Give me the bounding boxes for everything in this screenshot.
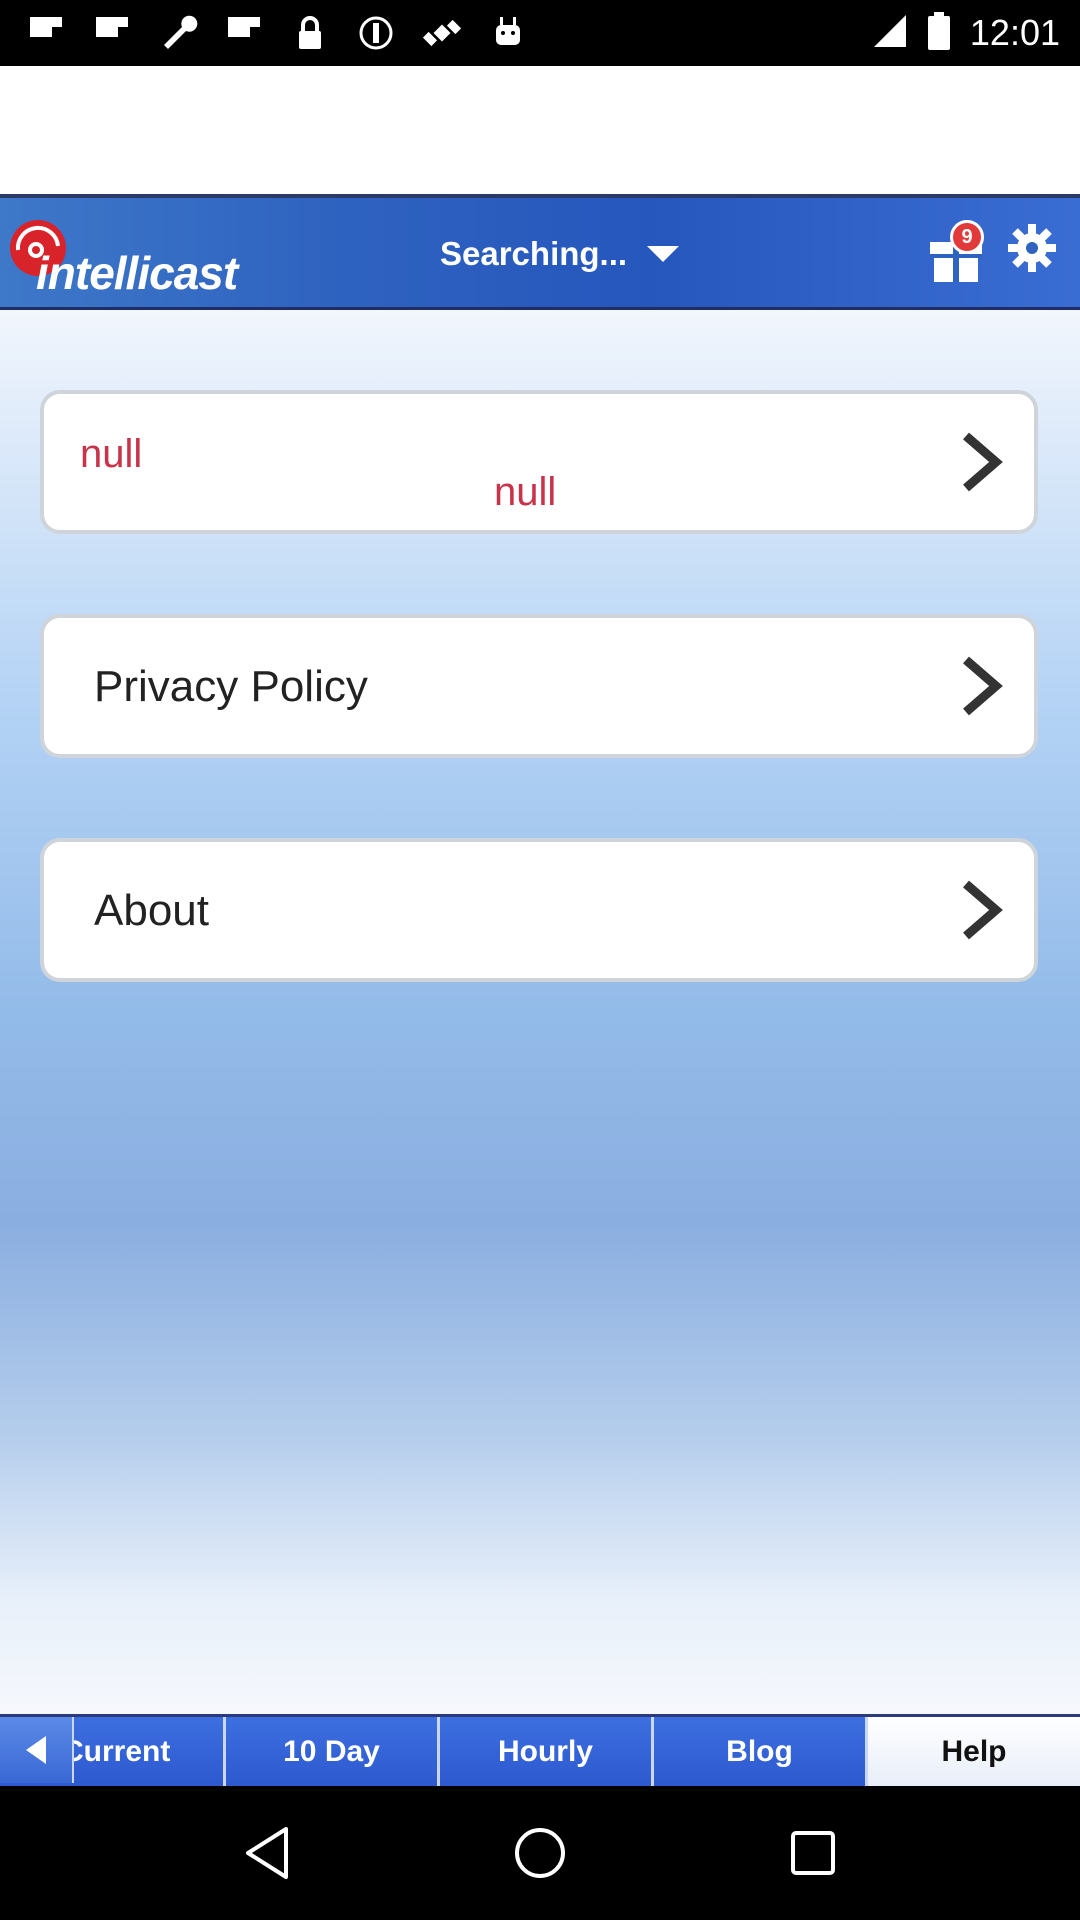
help-content: null null Privacy Policy About	[0, 310, 1080, 1714]
back-icon	[245, 1827, 288, 1879]
location-secondary: null	[494, 470, 557, 514]
tab-label: Blog	[726, 1734, 793, 1768]
home-button[interactable]	[510, 1823, 570, 1883]
home-icon	[514, 1828, 565, 1878]
chevron-right-icon	[963, 656, 1003, 716]
logo-text: intellicast	[36, 247, 238, 299]
tab-label: Hourly	[497, 1734, 593, 1768]
bottom-tab-bar: Current 10 Day Hourly Blog Help	[0, 1714, 1080, 1786]
tab-label: Current	[62, 1734, 171, 1768]
privacy-policy-card[interactable]: Privacy Policy	[40, 614, 1038, 758]
android-icon	[484, 9, 532, 57]
flipboard-icon	[220, 9, 268, 57]
recents-button[interactable]	[783, 1823, 843, 1883]
intellicast-logo: intellicast	[6, 216, 238, 299]
recents-icon	[791, 1831, 836, 1875]
lock-icon	[286, 9, 334, 57]
ad-banner-area	[0, 66, 1080, 198]
location-label: Searching...	[440, 235, 628, 272]
location-card[interactable]: null null	[40, 390, 1038, 534]
chevron-down-icon	[647, 246, 680, 262]
chevron-right-icon	[963, 432, 1003, 492]
signal-icon	[872, 13, 908, 54]
flipboard-icon	[22, 9, 70, 57]
tab-label: Help	[941, 1734, 1007, 1768]
clock: 12:01	[969, 12, 1060, 53]
flipboard-icon	[88, 9, 136, 57]
privacy-policy-label: Privacy Policy	[94, 662, 368, 711]
about-label: About	[94, 886, 209, 935]
tab-scroll-left-button[interactable]	[0, 1717, 74, 1783]
status-bar: 12:01	[0, 0, 1080, 66]
gear-icon[interactable]	[1006, 222, 1058, 274]
tab-hourly[interactable]: Hourly	[440, 1717, 654, 1786]
gift-badge: 9	[950, 220, 984, 254]
tab-label: 10 Day	[283, 1734, 380, 1768]
tab-help[interactable]: Help	[868, 1717, 1080, 1786]
back-button[interactable]	[237, 1823, 297, 1883]
circle-info-icon	[352, 9, 400, 57]
location-primary: null	[80, 432, 143, 476]
wrench-icon	[154, 9, 202, 57]
chevron-right-icon	[963, 880, 1003, 940]
about-card[interactable]: About	[40, 838, 1038, 982]
arrow-left-icon	[26, 1736, 46, 1764]
tab-blog[interactable]: Blog	[654, 1717, 868, 1786]
tab-10-day[interactable]: 10 Day	[226, 1717, 440, 1786]
app-header: intellicast Searching... 9	[0, 198, 1080, 310]
status-right: 12:01	[872, 0, 1060, 66]
location-dropdown[interactable]: Searching...	[440, 228, 681, 280]
satellite-icon	[418, 9, 466, 57]
notification-icons	[22, 8, 532, 58]
battery-icon	[927, 11, 950, 55]
system-nav-bar	[0, 1786, 1080, 1920]
